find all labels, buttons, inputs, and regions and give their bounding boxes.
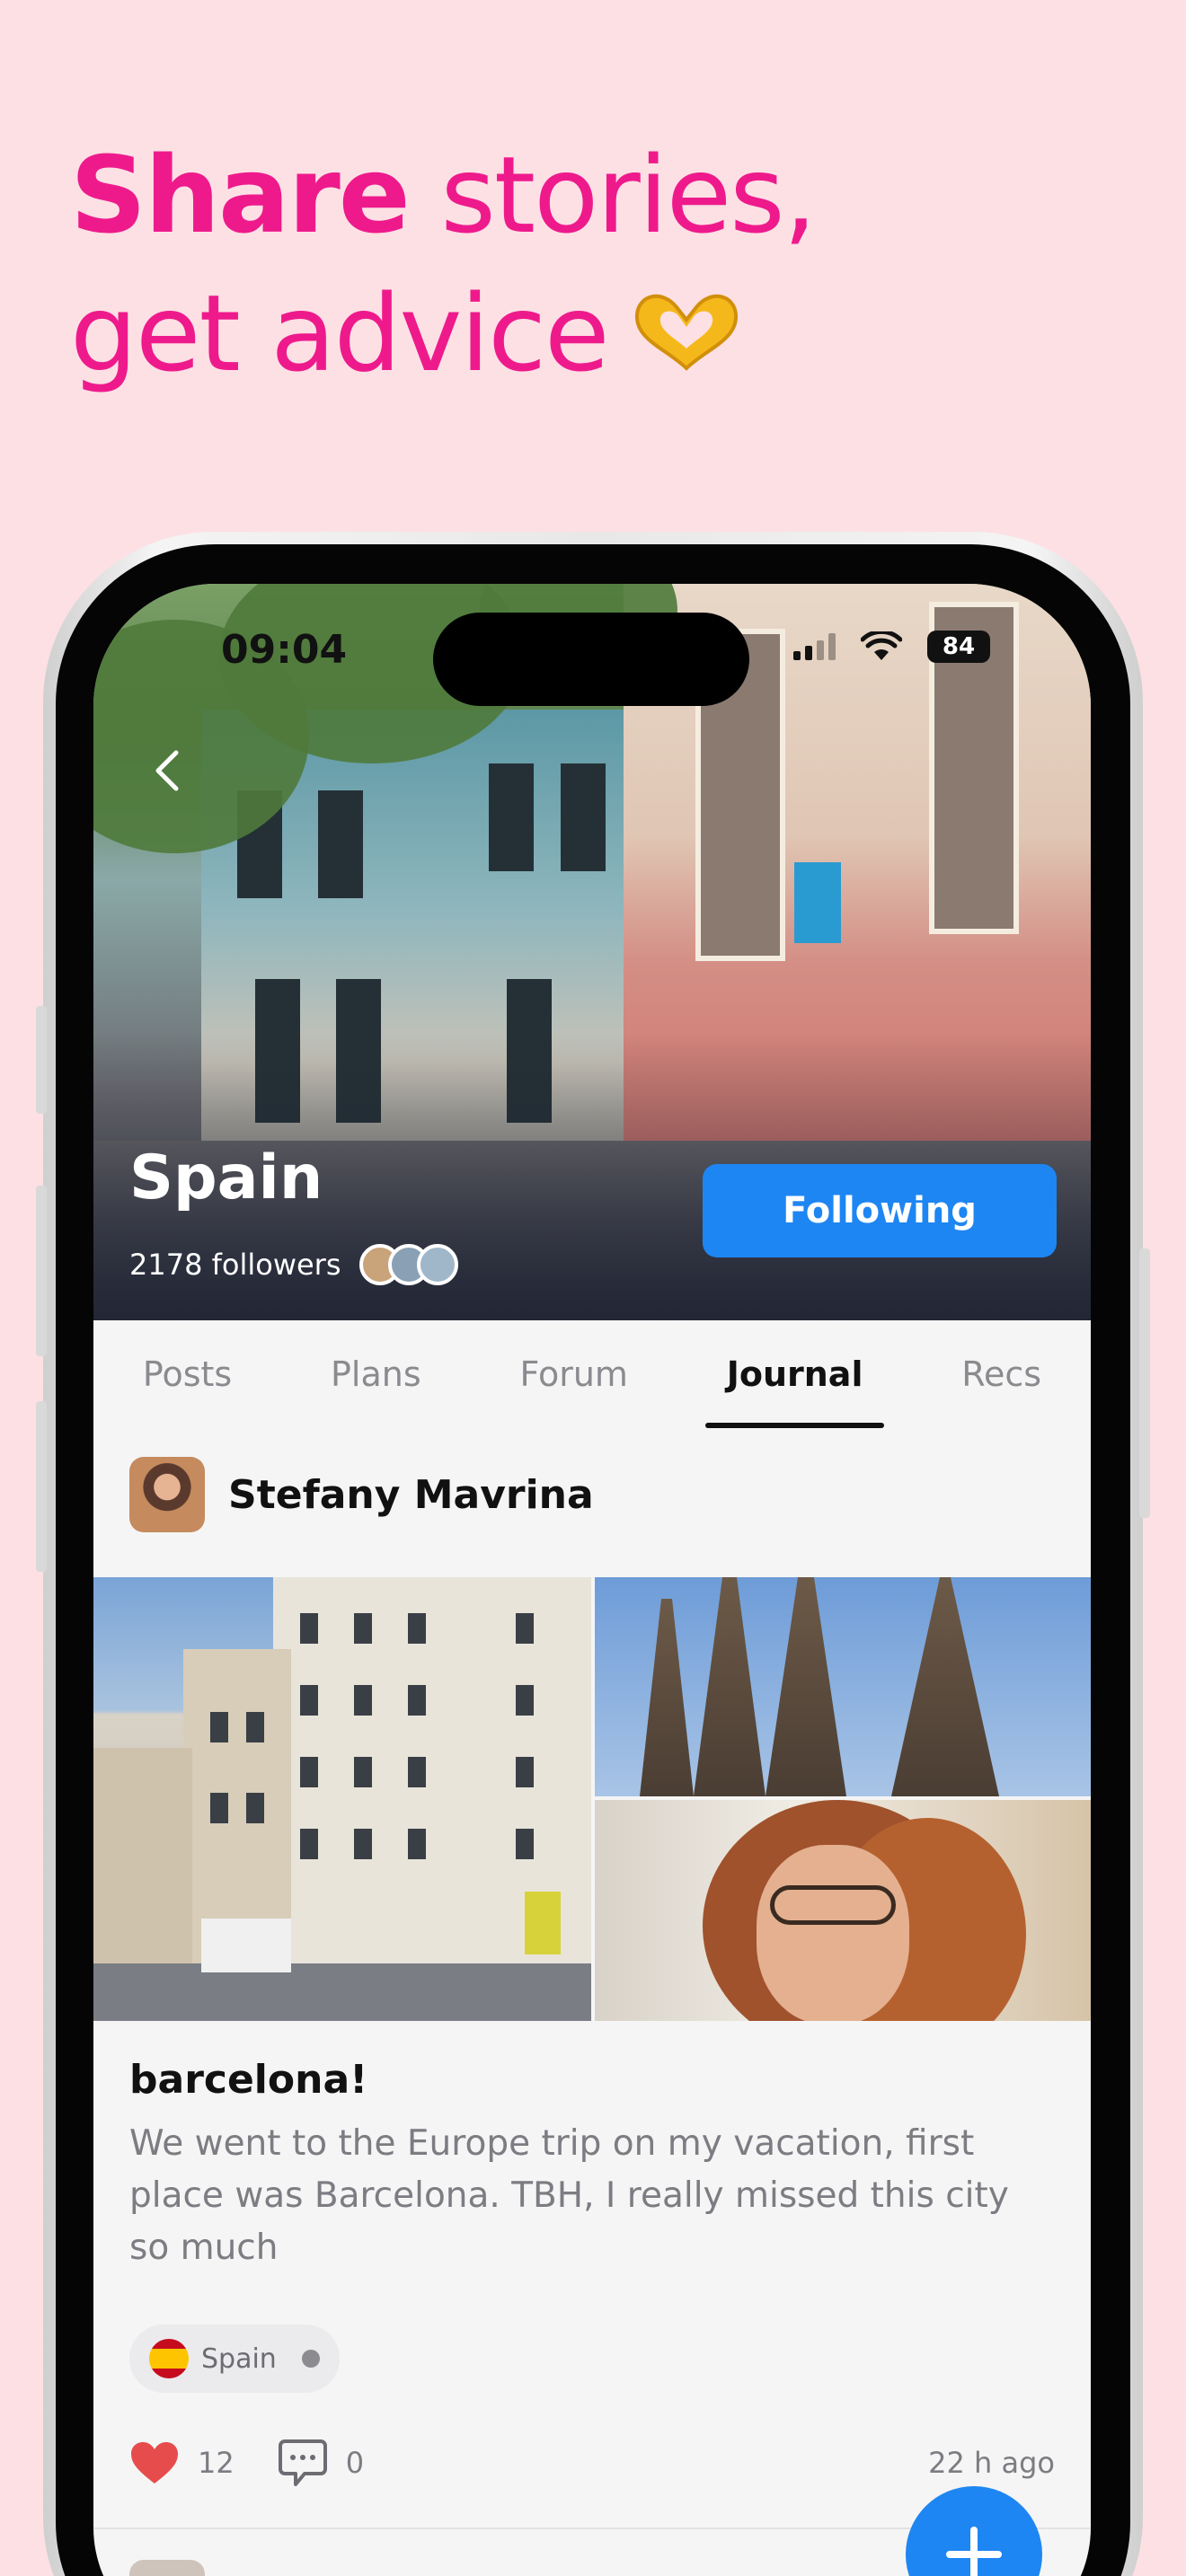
heart-hands-icon [634, 294, 738, 371]
comment-count: 0 [345, 2446, 365, 2480]
tab-bar: Posts Plans Forum Journal Recs [93, 1320, 1091, 1428]
tag-label: Spain [201, 2342, 277, 2375]
wifi-icon [861, 631, 902, 660]
side-button [36, 1186, 47, 1356]
like-count: 12 [198, 2446, 235, 2480]
heart-icon[interactable] [129, 2440, 180, 2485]
tab-recs[interactable]: Recs [940, 1320, 1063, 1428]
following-button[interactable]: Following [703, 1164, 1057, 1257]
back-chevron-icon[interactable] [142, 744, 196, 798]
followers-row[interactable]: 2178 followers [129, 1244, 458, 1285]
tag-dot [301, 2350, 320, 2368]
battery-icon: 84 [927, 631, 990, 663]
follower-avatars [358, 1244, 458, 1285]
headline-strong: Share [70, 133, 411, 257]
photo-sagrada-familia[interactable] [595, 1577, 1091, 1796]
photo-street[interactable] [93, 1577, 591, 2021]
tab-forum[interactable]: Forum [498, 1320, 649, 1428]
post-timestamp: 22 h ago [928, 2446, 1055, 2480]
status-icons: 84 [793, 631, 990, 663]
side-button [36, 1401, 47, 1572]
post-footer: 12 0 22 h ago [129, 2434, 1055, 2492]
plus-icon [946, 2527, 1002, 2576]
hotel-sign [794, 862, 841, 943]
headline-line2: get advice [70, 271, 610, 395]
location-tag[interactable]: Spain [129, 2325, 340, 2393]
post-photo-grid[interactable] [93, 1577, 1091, 2021]
tab-posts[interactable]: Posts [121, 1320, 253, 1428]
headline-rest: stories, [408, 133, 817, 257]
photo-selfie[interactable] [595, 1800, 1091, 2021]
phone-screen: 09:04 84 Spain 2178 followers Following … [93, 584, 1091, 2576]
community-title: Spain [129, 1142, 323, 1213]
tab-journal[interactable]: Journal [704, 1320, 885, 1428]
author-name[interactable]: Stefany Mavrina [228, 1472, 594, 1518]
spain-flag-icon [149, 2339, 189, 2378]
status-time: 09:04 [221, 627, 348, 673]
comment-icon[interactable] [278, 2439, 328, 2487]
tab-plans[interactable]: Plans [309, 1320, 443, 1428]
side-button [36, 1006, 47, 1114]
avatar [416, 1244, 458, 1285]
avatar[interactable] [129, 1457, 205, 1532]
post-title[interactable]: barcelona! [129, 2057, 367, 2103]
headline: Share stories, get advice [70, 126, 817, 402]
side-button [1139, 1248, 1150, 1518]
followers-count: 2178 followers [129, 1248, 341, 1282]
post-body: We went to the Europe trip on my vacatio… [129, 2123, 1009, 2268]
add-post-button[interactable] [906, 2486, 1042, 2576]
dynamic-island [433, 613, 749, 706]
post-author[interactable]: Stefany Mavrina [129, 1457, 594, 1532]
cellular-signal-icon [793, 633, 836, 660]
avatar[interactable] [129, 2560, 205, 2576]
